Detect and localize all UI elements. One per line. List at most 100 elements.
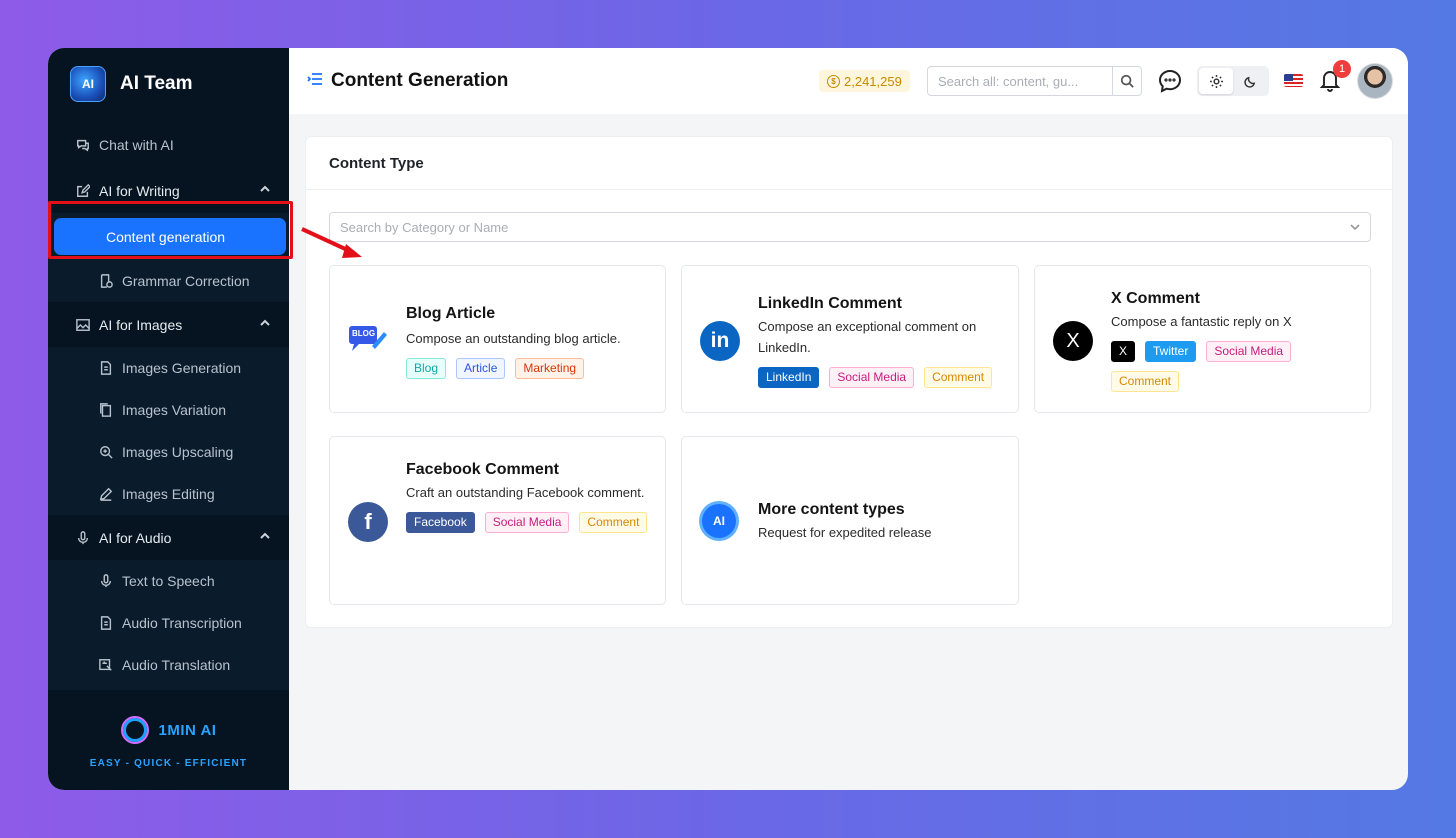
- grammar-icon: [98, 273, 114, 289]
- tag: Blog: [406, 358, 447, 379]
- facebook-icon: f: [348, 502, 388, 542]
- main-area: Content Generation $ 2,241,259 1 Content…: [289, 48, 1408, 790]
- ai-gear-icon: AI: [702, 504, 736, 538]
- app-window: AI AI Team Chat with AI AI for Writing C…: [48, 48, 1408, 790]
- us-flag-icon[interactable]: [1284, 74, 1303, 87]
- tag: Marketing: [515, 358, 585, 379]
- sidebar-group-ai-for-writing[interactable]: AI for Writing: [48, 168, 289, 213]
- sidebar-item-content-generation-wrap: Content generation: [48, 213, 289, 260]
- chat-icon[interactable]: [1157, 68, 1183, 99]
- card-title: LinkedIn Comment: [758, 295, 903, 312]
- footer-brand-name: 1MIN AI: [158, 721, 217, 739]
- sidebar-item-label: AI for Images: [99, 316, 183, 333]
- page-title: Content Generation: [331, 70, 509, 91]
- document-icon: [98, 615, 114, 631]
- footer-logo[interactable]: 1MIN AI: [48, 716, 289, 744]
- tag: Comment: [924, 367, 993, 388]
- writing-submenu: Content generation Grammar Correction: [48, 213, 289, 302]
- image-icon: [75, 317, 91, 333]
- category-search: [329, 212, 1371, 242]
- content-card-blog-article[interactable]: BLOG Blog Article Compose an outstanding…: [329, 265, 666, 413]
- card-body: Blog Article Compose an outstanding blog…: [406, 305, 651, 379]
- sidebar-item-label: Chat with AI: [99, 137, 174, 153]
- notification-badge: 1: [1333, 60, 1351, 78]
- card-title: X Comment: [1111, 290, 1200, 307]
- microphone-icon: [75, 530, 91, 546]
- x-logo-icon: X: [1053, 321, 1093, 361]
- annotation-arrow-icon: [301, 227, 362, 258]
- sidebar-item-label: Audio Transcription: [122, 615, 242, 631]
- brand-logo-icon: AI: [70, 66, 106, 102]
- sidebar-item-label: AI for Audio: [99, 529, 172, 546]
- sidebar-item-label: Images Variation: [122, 402, 227, 418]
- search-button[interactable]: [1112, 67, 1141, 95]
- sidebar-item-images-generation[interactable]: Images Generation: [48, 347, 289, 389]
- sidebar-item-chat-with-ai[interactable]: Chat with AI: [48, 122, 289, 168]
- sidebar-item-audio-transcription[interactable]: Audio Transcription: [48, 602, 289, 644]
- global-search-input[interactable]: [928, 67, 1112, 95]
- sidebar-item-label: Grammar Correction: [122, 273, 250, 289]
- card-description: Craft an outstanding Facebook comment.: [406, 485, 645, 500]
- sidebar-item-audio-translation[interactable]: Audio Translation: [48, 644, 289, 686]
- sidebar-group-ai-for-audio[interactable]: AI for Audio: [48, 515, 289, 560]
- sidebar-item-label: Images Editing: [122, 486, 215, 502]
- card-description: Compose an exceptional comment on Linked…: [758, 319, 977, 355]
- chevron-down-icon[interactable]: [1340, 221, 1370, 233]
- sidebar-item-images-editing[interactable]: Images Editing: [48, 473, 289, 515]
- credits-value: 2,241,259: [844, 73, 902, 89]
- tag: Social Media: [1206, 341, 1292, 362]
- card-body: Facebook Comment Craft an outstanding Fa…: [406, 461, 651, 533]
- sidebar-item-label: Text to Speech: [122, 573, 215, 589]
- tag: Comment: [1111, 371, 1180, 392]
- card-tags: Facebook Social Media Comment: [406, 512, 651, 533]
- card-tags: X Twitter Social Media Comment: [1111, 341, 1356, 392]
- sidebar-item-label: Content generation: [106, 228, 226, 245]
- panel-title: Content Type: [306, 137, 1392, 190]
- collapse-menu-icon[interactable]: [307, 71, 323, 92]
- sidebar-item-grammar-correction[interactable]: Grammar Correction: [48, 260, 289, 302]
- chevron-up-icon[interactable]: [259, 182, 271, 198]
- tag: X: [1111, 341, 1136, 362]
- card-title: Facebook Comment: [406, 461, 559, 478]
- sidebar-item-images-variation[interactable]: Images Variation: [48, 389, 289, 431]
- brand[interactable]: AI AI Team: [48, 48, 289, 120]
- chevron-up-icon[interactable]: [259, 316, 271, 332]
- content-card-more-types[interactable]: AI More content types Request for expedi…: [681, 436, 1019, 605]
- footer-tagline: EASY - QUICK - EFFICIENT: [89, 758, 248, 769]
- content-card-facebook-comment[interactable]: f Facebook Comment Craft an outstanding …: [329, 436, 666, 605]
- category-search-input[interactable]: [330, 219, 1340, 235]
- sidebar-item-content-generation[interactable]: Content generation: [54, 218, 286, 255]
- tag: Article: [456, 358, 506, 379]
- sidebar-item-images-upscaling[interactable]: Images Upscaling: [48, 431, 289, 473]
- edit-icon: [75, 183, 91, 199]
- blog-icon-label: BLOG: [352, 329, 376, 338]
- sidebar-item-label: Audio Translation: [122, 657, 231, 673]
- sidebar-group-ai-for-images[interactable]: AI for Images: [48, 302, 289, 347]
- card-body: LinkedIn Comment Compose an exceptional …: [758, 295, 1004, 388]
- top-bar: Content Generation $ 2,241,259 1: [289, 48, 1408, 114]
- content-type-panel: Content Type BLOG Blog Article Compose a…: [305, 136, 1393, 628]
- card-body: More content types Request for expedited…: [758, 501, 1004, 543]
- chat-bubbles-icon: [75, 137, 91, 153]
- tag: Twitter: [1145, 341, 1197, 362]
- card-tags: LinkedIn Social Media Comment: [758, 367, 1004, 388]
- tag: Social Media: [829, 367, 915, 388]
- content-card-x-comment[interactable]: X X Comment Compose a fantastic reply on…: [1034, 265, 1371, 413]
- card-description: Request for expedited release: [758, 525, 932, 540]
- zoom-in-icon: [98, 444, 114, 460]
- sun-icon[interactable]: [1199, 68, 1233, 94]
- moon-icon[interactable]: [1233, 68, 1267, 94]
- audio-submenu: Text to Speech Audio Transcription Audio…: [48, 560, 289, 690]
- copy-icon: [98, 402, 114, 418]
- card-title: More content types: [758, 501, 905, 518]
- translate-icon: [98, 657, 114, 673]
- microphone-icon: [98, 573, 114, 589]
- chevron-up-icon[interactable]: [259, 529, 271, 545]
- content-card-linkedin-comment[interactable]: in LinkedIn Comment Compose an exception…: [681, 265, 1019, 413]
- tag: Comment: [579, 512, 648, 533]
- avatar[interactable]: [1357, 63, 1393, 99]
- tag: LinkedIn: [758, 367, 820, 388]
- theme-toggle[interactable]: [1197, 66, 1269, 96]
- sidebar-item-text-to-speech[interactable]: Text to Speech: [48, 560, 289, 602]
- document-icon: [98, 360, 114, 376]
